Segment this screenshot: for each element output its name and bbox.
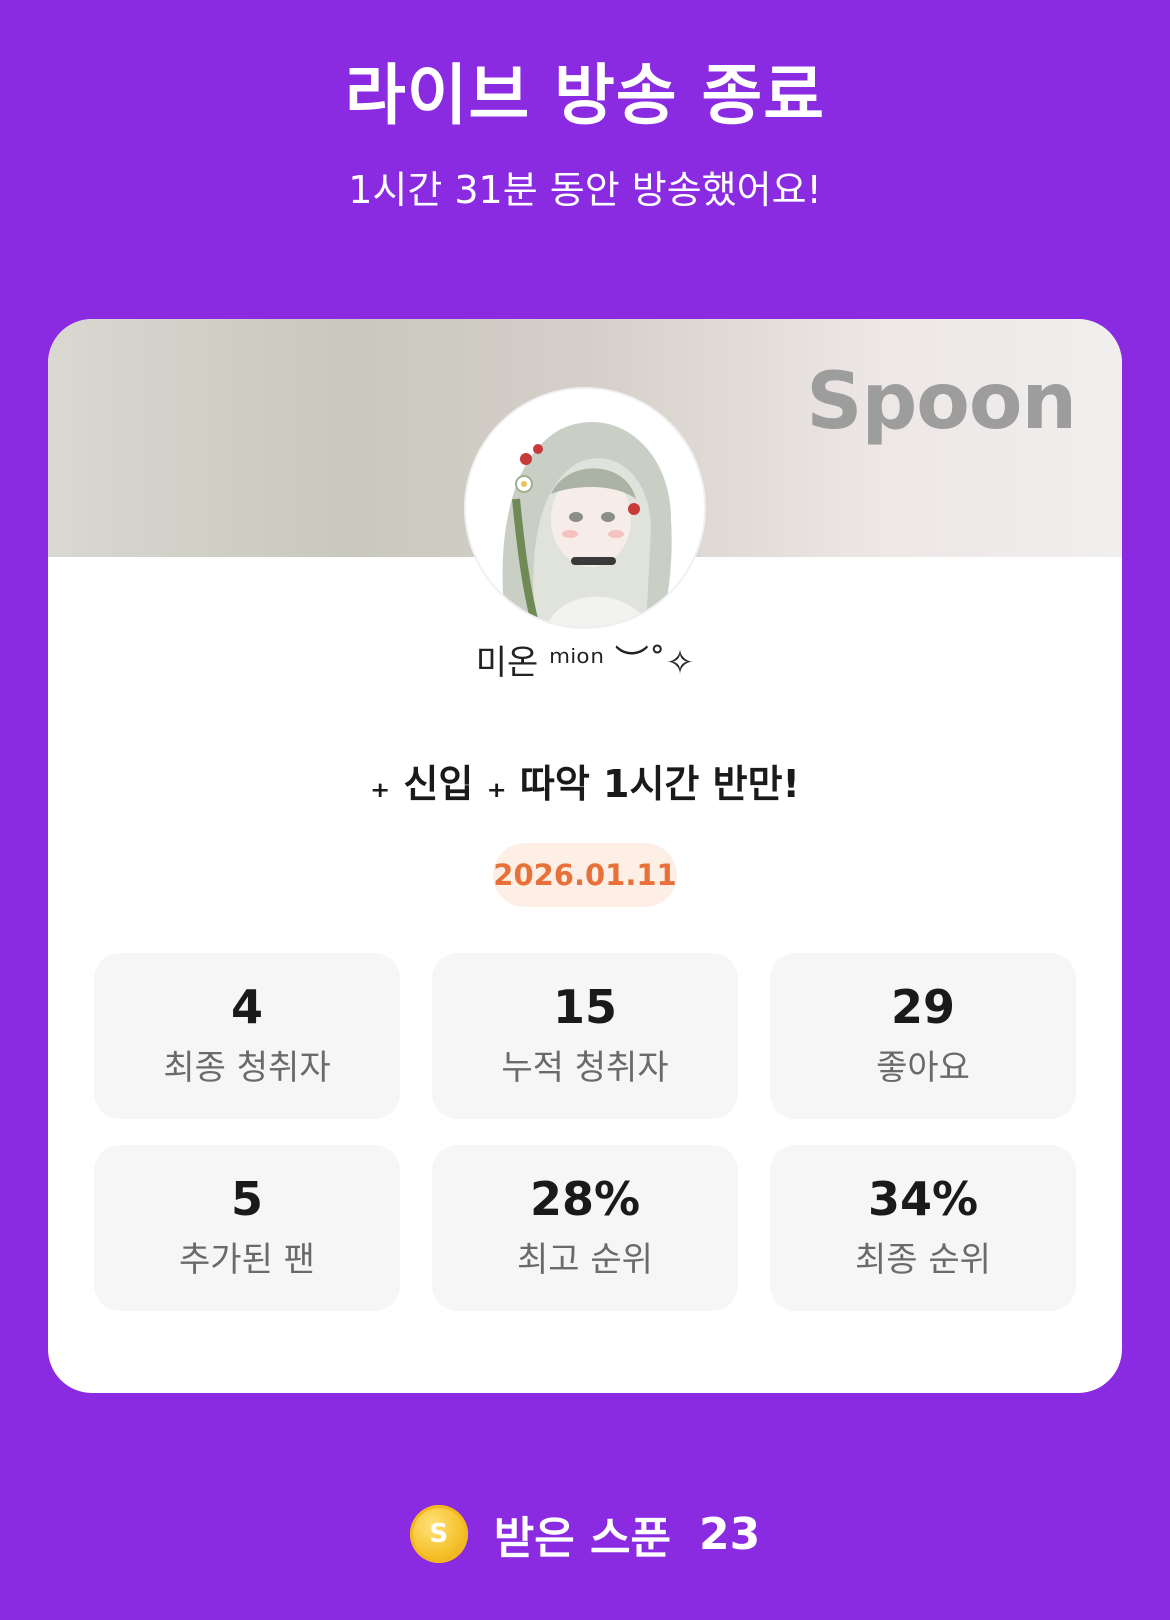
stat-total-listeners: 15 누적 청취자 <box>432 953 738 1119</box>
spoon-coin-icon: S <box>409 1505 468 1563</box>
stat-value: 4 <box>230 980 263 1034</box>
streamer-name: 미온 ᵐⁱᵒⁿ ︶˚✧ <box>475 643 695 683</box>
stat-label: 좋아요 <box>876 1048 970 1088</box>
received-spoons: S 받은 스푼 23 <box>0 1502 1170 1566</box>
broadcast-duration: 1시간 31분 동안 방송했어요! <box>348 168 822 212</box>
stat-new-fans: 5 추가된 팬 <box>94 1145 400 1311</box>
stat-value: 29 <box>890 980 955 1034</box>
avatar[interactable] <box>466 389 704 627</box>
stat-value: 5 <box>230 1172 263 1226</box>
stat-value: 15 <box>552 980 617 1034</box>
stat-highest-rank: 28% 최고 순위 <box>432 1145 738 1311</box>
stat-label: 최종 순위 <box>855 1240 991 1280</box>
stat-label: 최고 순위 <box>517 1240 653 1280</box>
stat-final-rank: 34% 최종 순위 <box>770 1145 1076 1311</box>
avatar-illustration <box>466 389 704 627</box>
spoon-logo: Spoon <box>806 357 1077 447</box>
stat-label: 누적 청취자 <box>501 1048 669 1088</box>
broadcast-date-badge: 2026.01.11 <box>493 843 677 907</box>
stat-final-listeners: 4 최종 청취자 <box>94 953 400 1119</box>
stat-value: 28% <box>529 1172 641 1226</box>
received-spoons-label: 받은 스푼 <box>493 1513 671 1564</box>
stat-value: 34% <box>867 1172 979 1226</box>
stat-label: 최종 청취자 <box>163 1048 331 1088</box>
broadcast-summary-card: Spoon 미온 ᵐⁱᵒⁿ ︶˚✧ ₊ 신입 ₊ 따악 1시간 반만! 2026… <box>48 319 1122 1393</box>
stat-label: 추가된 팬 <box>179 1240 315 1280</box>
stat-likes: 29 좋아요 <box>770 953 1076 1119</box>
page-title: 라이브 방송 종료 <box>345 57 825 134</box>
broadcast-title: ₊ 신입 ₊ 따악 1시간 반만! <box>370 762 800 806</box>
received-spoons-count: 23 <box>699 1508 761 1560</box>
